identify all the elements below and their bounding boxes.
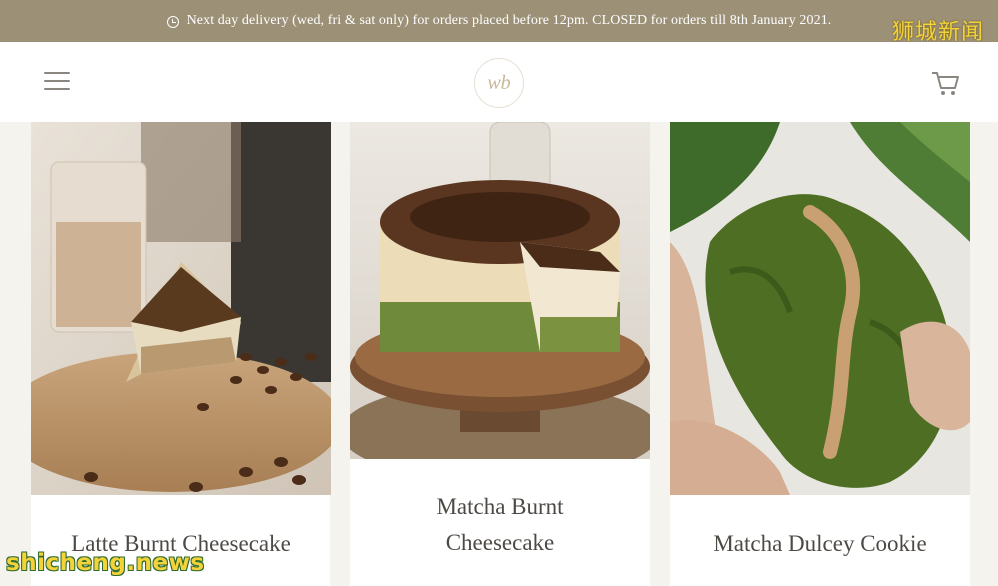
hamburger-menu-icon[interactable] [44, 72, 70, 92]
product-card[interactable]: Matcha Dulcey Cookie [670, 122, 970, 586]
product-title[interactable]: Matcha Dulcey Cookie [670, 526, 970, 562]
announcement-text: Next day delivery (wed, fri & sat only) … [186, 13, 832, 28]
product-card[interactable]: Matcha Burnt Cheesecake [350, 122, 650, 586]
product-grid: Latte Burnt Cheesecake Matcha Burnt Chee… [0, 122, 998, 586]
announcement-bar: Next day delivery (wed, fri & sat only) … [0, 0, 998, 42]
product-title-line2[interactable]: Cheesecake [350, 525, 650, 561]
watermark-bottom: shicheng.news [6, 550, 205, 576]
product-title-line1[interactable]: Matcha Burnt [350, 489, 650, 525]
cart-icon[interactable] [930, 68, 962, 98]
product-image[interactable] [670, 122, 970, 495]
product-image[interactable] [31, 122, 331, 495]
product-card[interactable]: Latte Burnt Cheesecake [31, 122, 331, 586]
brand-logo[interactable]: wb [474, 58, 524, 108]
logo-text: wb [487, 71, 511, 94]
product-image[interactable] [350, 122, 650, 459]
site-header: wb [0, 42, 998, 122]
clock-icon [166, 16, 179, 28]
